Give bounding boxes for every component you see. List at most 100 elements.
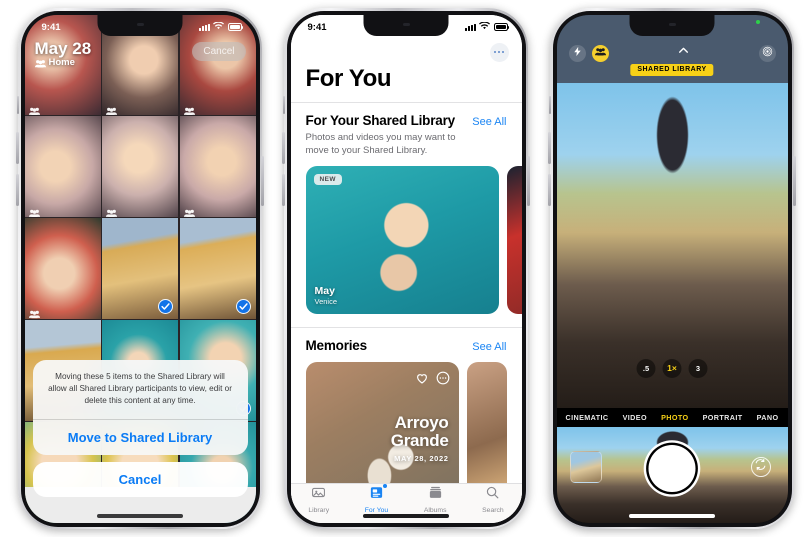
memories-card-row: Arroyo Grande MAY 28, 2022 xyxy=(305,362,507,483)
camera-viewfinder[interactable]: .5 1× 3 xyxy=(556,82,788,408)
status-time: 9:41 xyxy=(41,21,61,33)
mode-portrait[interactable]: PORTRAIT xyxy=(703,413,743,422)
shared-library-people-icon xyxy=(28,204,40,217)
zoom-button-3x[interactable]: 3 xyxy=(688,358,708,378)
mode-photo[interactable]: PHOTO xyxy=(661,413,688,422)
volume-down-button[interactable] xyxy=(16,174,19,206)
silent-switch[interactable] xyxy=(548,96,551,114)
photo-library-thumbnail[interactable] xyxy=(569,450,602,483)
status-time: 9:41 xyxy=(307,21,327,33)
photo-cell[interactable] xyxy=(179,116,256,217)
card-subtitle: Venice xyxy=(314,297,338,307)
cellular-signal-icon xyxy=(198,23,210,31)
ellipsis-icon xyxy=(497,50,501,54)
shared-library-card[interactable]: NEW May Venice xyxy=(305,166,499,315)
live-photo-button[interactable] xyxy=(758,44,776,62)
power-button[interactable] xyxy=(527,156,530,206)
volume-down-button[interactable] xyxy=(282,174,285,206)
more-options-button[interactable] xyxy=(489,42,509,62)
move-to-shared-library-button[interactable]: Move to Shared Library xyxy=(32,418,248,455)
shared-library-card-row: NEW May Venice xyxy=(305,166,522,315)
photo-cell[interactable] xyxy=(24,218,101,319)
power-button[interactable] xyxy=(793,156,796,206)
for-you-icon xyxy=(369,484,387,505)
ellipsis-icon xyxy=(501,50,505,54)
photo-cell[interactable] xyxy=(24,116,101,217)
for-you-scroll[interactable]: For You For Your Shared Library See All … xyxy=(290,15,522,483)
wifi-icon xyxy=(479,20,490,33)
memory-title-line2: Grande xyxy=(390,431,449,451)
live-photo-icon xyxy=(762,44,773,62)
photo-cell[interactable] xyxy=(102,116,178,217)
shared-library-section: For Your Shared Library See All Photos a… xyxy=(290,101,522,315)
heart-icon[interactable] xyxy=(415,371,429,390)
ellipsis-icon xyxy=(493,50,497,54)
camera-phone: SHARED LIBRARY .5 1× 3 CINEMATIC VIDEO P… xyxy=(548,8,796,529)
camera-flip-icon xyxy=(754,458,767,476)
camera-flip-button[interactable] xyxy=(750,456,771,477)
see-all-link-shared-library[interactable]: See All xyxy=(472,116,506,128)
shared-library-people-icon xyxy=(183,102,195,115)
memory-card[interactable]: Arroyo Grande MAY 28, 2022 xyxy=(305,362,459,483)
volume-up-button[interactable] xyxy=(16,132,19,164)
zoom-controls: .5 1× 3 xyxy=(636,358,708,378)
silent-switch[interactable] xyxy=(16,96,19,114)
photo-cell[interactable] xyxy=(179,218,256,319)
shared-library-toggle-button[interactable] xyxy=(591,44,609,62)
tab-albums[interactable]: Albums xyxy=(424,485,446,514)
mode-pano[interactable]: PANO xyxy=(757,413,779,422)
camera-mode-selector[interactable]: CINEMATIC VIDEO PHOTO PORTRAIT PANO xyxy=(556,407,788,427)
volume-down-button[interactable] xyxy=(548,174,551,206)
memory-more-icon[interactable] xyxy=(436,371,450,390)
section-title: For Your Shared Library xyxy=(305,112,456,128)
camera-in-use-indicator xyxy=(755,19,760,24)
battery-icon xyxy=(227,23,244,31)
shared-library-card-next[interactable] xyxy=(506,166,522,315)
chevron-up-icon xyxy=(677,44,690,62)
power-button[interactable] xyxy=(261,156,264,206)
mode-cinematic[interactable]: CINEMATIC xyxy=(566,413,609,422)
tab-library[interactable]: Library xyxy=(308,485,329,514)
memory-caption: Arroyo Grande MAY 28, 2022 xyxy=(391,414,449,463)
for-you-page: For You For Your Shared Library See All … xyxy=(290,14,522,523)
shared-library-people-icon xyxy=(28,102,40,115)
screenshot-stage: May 28 Home Cancel Moving these 5 items … xyxy=(0,0,810,537)
see-all-link-memories[interactable]: See All xyxy=(472,341,506,353)
albums-icon xyxy=(428,485,443,505)
status-indicators xyxy=(198,20,244,33)
silent-switch[interactable] xyxy=(282,96,285,114)
picker-location: Home xyxy=(34,58,92,68)
status-indicators xyxy=(464,20,510,33)
move-confirm-sheet: Moving these 5 items to the Shared Libra… xyxy=(32,359,248,497)
home-indicator[interactable] xyxy=(363,513,449,518)
tab-search[interactable]: Search xyxy=(482,485,504,514)
volume-up-button[interactable] xyxy=(282,132,285,164)
home-indicator[interactable] xyxy=(629,513,715,518)
shared-library-people-icon xyxy=(106,204,117,217)
section-header: For Your Shared Library See All xyxy=(306,113,507,128)
memory-card-next[interactable] xyxy=(466,362,507,483)
shared-library-people-icon xyxy=(594,44,606,62)
picker-date-header: May 28 Home xyxy=(34,39,92,69)
home-indicator[interactable] xyxy=(97,513,183,518)
zoom-button-0.5[interactable]: .5 xyxy=(636,358,656,378)
camera-app: SHARED LIBRARY .5 1× 3 CINEMATIC VIDEO P… xyxy=(556,14,788,523)
sheet-cancel-button[interactable]: Cancel xyxy=(32,461,248,497)
mode-video[interactable]: VIDEO xyxy=(623,413,647,422)
camera-bottom-bar xyxy=(556,426,788,523)
camera-options-chevron-button[interactable] xyxy=(674,46,694,60)
flash-icon xyxy=(572,44,583,62)
memory-title-line1: Arroyo xyxy=(394,413,449,433)
volume-up-button[interactable] xyxy=(548,132,551,164)
zoom-button-1x[interactable]: 1× xyxy=(662,358,682,378)
shutter-button[interactable] xyxy=(648,444,696,492)
phone-screen: May 28 Home Cancel Moving these 5 items … xyxy=(24,14,256,523)
photo-cell[interactable] xyxy=(102,218,178,319)
section-subtitle: Photos and videos you may want to move t… xyxy=(305,131,456,156)
tab-for-you[interactable]: For You xyxy=(365,484,388,514)
flash-button[interactable] xyxy=(568,44,586,62)
picker-cancel-button[interactable]: Cancel xyxy=(192,41,246,61)
zoom-label: 1× xyxy=(667,363,677,373)
battery-icon xyxy=(493,23,510,31)
card-caption: May Venice xyxy=(315,285,338,306)
